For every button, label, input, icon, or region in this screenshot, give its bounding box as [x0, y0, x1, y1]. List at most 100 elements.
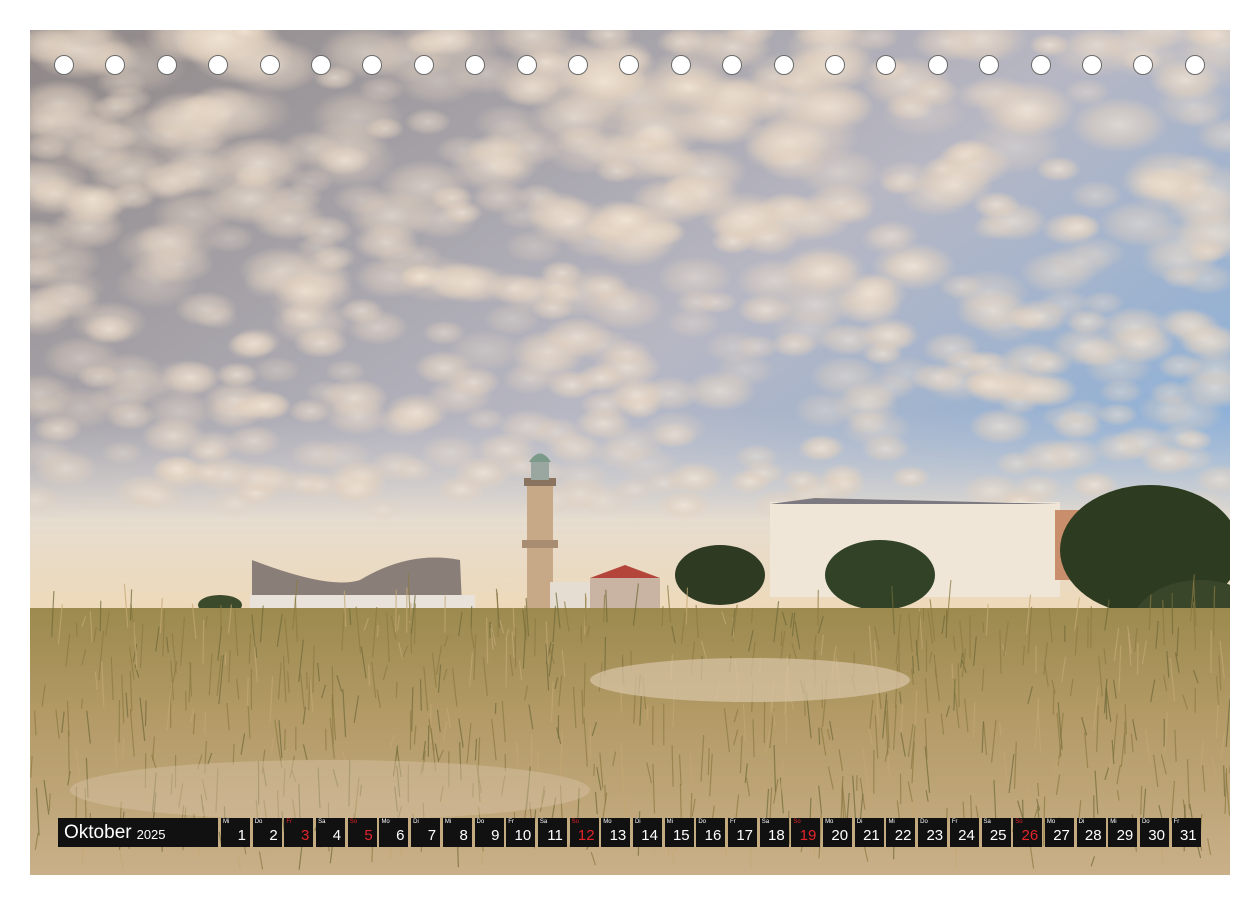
day-cell: So 5	[347, 818, 377, 847]
weekday-label: Mo	[603, 819, 612, 825]
month-label-box: Oktober 2025	[58, 818, 218, 847]
day-cell: Fr 17	[728, 818, 757, 847]
day-cell: Di 14	[632, 818, 662, 847]
weekday-label: Mi	[666, 819, 673, 825]
day-cell: Mi 1	[221, 818, 250, 847]
weekday-label: Mo	[1046, 819, 1056, 825]
weekday-label: Fr	[508, 819, 514, 825]
day-number: 20	[831, 827, 849, 844]
day-cell: Do 30	[1139, 818, 1169, 847]
day-cell: Fr 31	[1171, 818, 1201, 847]
weekday-label: Mi	[223, 819, 230, 825]
day-cell: Mo 13	[601, 818, 631, 847]
day-cell: So 19	[791, 818, 821, 847]
weekday-label: So	[349, 819, 358, 825]
day-number: 30	[1148, 827, 1165, 844]
day-cell: Sa 18	[759, 818, 789, 847]
binding-hole	[568, 55, 588, 75]
weekday-label: Di	[1078, 819, 1085, 825]
day-cell: Fr 3	[284, 818, 314, 847]
day-number: 6	[396, 827, 405, 844]
day-number: 3	[301, 827, 310, 844]
calendar-bar: Oktober 2025 Mi 1 Do 2 Fr 3 Sa 4 So 5 Mo 6 Di 7 Mi 8 Do 9…	[58, 818, 1203, 847]
weekday-label: Fr	[951, 819, 958, 825]
day-number: 10	[514, 827, 532, 844]
day-number: 27	[1053, 827, 1070, 844]
day-number: 19	[799, 827, 817, 844]
weekday-label: Mi	[444, 819, 452, 825]
weekday-label: Fr	[730, 819, 736, 825]
day-cell: Fr 10	[506, 818, 536, 847]
day-cell: Do 9	[474, 818, 504, 847]
day-number: 12	[577, 827, 595, 844]
day-cell: Mo 6	[379, 818, 409, 847]
weekday-label: Do	[698, 819, 706, 825]
day-cell: Sa 4	[316, 818, 346, 847]
binding-hole	[927, 55, 948, 75]
day-cell: Fr 24	[949, 818, 979, 847]
weekday-label: Di	[856, 819, 863, 825]
weekday-label: Fr	[286, 819, 293, 825]
weekday-label: Do	[254, 819, 263, 825]
month-year: 2025	[136, 826, 166, 842]
weekday-label: Mo	[825, 819, 834, 825]
day-number: 4	[332, 827, 342, 844]
weekday-label: Do	[920, 819, 928, 825]
day-number: 18	[768, 827, 785, 844]
day-number: 2	[269, 827, 278, 844]
weekday-label: Fr	[1173, 819, 1180, 825]
weekday-label: Do	[476, 819, 485, 825]
binding-hole	[1184, 55, 1205, 75]
weekday-label: So	[1015, 819, 1023, 825]
binding-hole	[1082, 55, 1102, 75]
day-number: 13	[609, 827, 627, 844]
day-number: 5	[364, 827, 373, 844]
day-cell: Di 7	[411, 818, 441, 847]
binding-hole	[773, 55, 794, 75]
binding-hole	[311, 55, 331, 75]
binding-hole	[1030, 55, 1051, 75]
weekday-label: Di	[413, 819, 419, 825]
day-number: 29	[1116, 827, 1134, 844]
weekday-label: Mo	[381, 819, 390, 825]
day-number: 22	[894, 827, 912, 844]
day-number: 31	[1179, 827, 1197, 844]
day-cell: So 12	[569, 818, 599, 847]
weekday-label: Mi	[1110, 819, 1117, 825]
day-cell: Do 2	[252, 818, 282, 847]
day-cell: Mi 15	[664, 818, 694, 847]
month-name: Oktober	[64, 821, 132, 843]
weekday-label: Do	[1141, 819, 1150, 825]
day-number: 21	[863, 827, 880, 844]
warnemuende-scene	[30, 30, 1230, 875]
day-number: 16	[704, 827, 722, 844]
binding-hole	[259, 55, 280, 75]
day-cell: So 26	[1013, 818, 1043, 847]
day-number: 24	[958, 827, 975, 844]
day-number: 14	[641, 827, 658, 844]
binding-hole	[54, 55, 74, 75]
binding-hole	[413, 55, 434, 75]
day-number: 8	[459, 827, 468, 844]
day-cell: Sa 25	[981, 818, 1011, 847]
weekday-label: So	[793, 819, 801, 825]
calendar-photo	[30, 30, 1230, 875]
day-cell: Mo 27	[1044, 818, 1074, 847]
weekday-label: Sa	[983, 819, 991, 825]
day-cell: Do 16	[696, 818, 726, 847]
binding-holes	[0, 0, 1260, 75]
weekday-label: Mi	[888, 819, 895, 825]
day-cell: Do 23	[918, 818, 948, 847]
day-number: 28	[1084, 827, 1102, 844]
day-number: 11	[547, 827, 563, 844]
weekday-label: Di	[634, 819, 641, 825]
day-number: 1	[237, 827, 246, 844]
day-cell: Mi 8	[442, 818, 472, 847]
weekday-label: So	[571, 819, 579, 825]
day-number: 15	[672, 827, 690, 844]
day-number: 25	[989, 827, 1007, 844]
day-number: 17	[736, 827, 753, 844]
binding-hole	[670, 55, 691, 75]
day-number: 23	[926, 827, 944, 844]
day-cell: Di 28	[1076, 818, 1106, 847]
